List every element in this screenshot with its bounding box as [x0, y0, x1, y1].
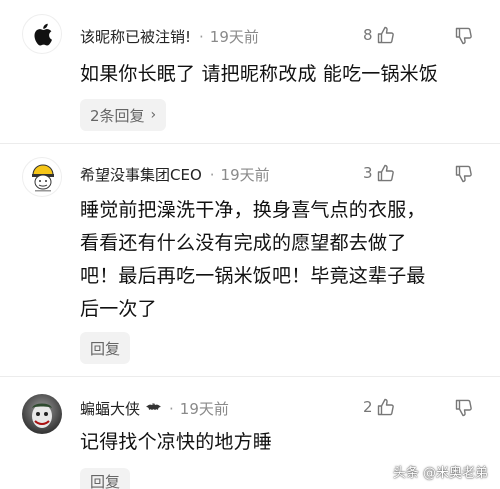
timestamp: 19天前	[220, 166, 270, 184]
thumbs-up-icon	[377, 26, 394, 44]
avatar[interactable]	[22, 157, 62, 197]
comment-header: 希望没事集团CEO · 19天前	[80, 164, 270, 185]
reply-button[interactable]: 回复	[80, 468, 131, 489]
worker-avatar-icon	[32, 164, 54, 192]
dislike-button[interactable]	[454, 398, 474, 422]
like-button[interactable]: 8	[363, 25, 396, 45]
username[interactable]: 蝙蝠大侠	[80, 398, 140, 419]
avatar[interactable]	[22, 14, 62, 54]
reply-label: 回复	[90, 472, 121, 489]
like-count: 8	[363, 26, 373, 44]
avatar[interactable]	[22, 394, 62, 434]
comment-text: 记得找个凉快的地方睡	[80, 431, 273, 453]
chevron-right-icon: ›	[150, 107, 157, 123]
reply-label: 2条回复	[90, 106, 145, 125]
bat-icon	[143, 400, 162, 418]
divider	[0, 376, 500, 377]
thumbs-up-icon	[377, 164, 394, 182]
separator-dot: ·	[169, 399, 174, 418]
comment-text: 睡觉前把澡洗干净，换身喜气点的衣服， 看看还有什么没有完成的愿望都去做了 吧！最…	[80, 199, 426, 320]
replies-button[interactable]: 2条回复 ›	[80, 99, 167, 131]
timestamp: 19天前	[179, 400, 229, 418]
watermark: 头条 @米奥老弟	[392, 466, 488, 481]
joker-avatar-icon	[32, 403, 52, 428]
like-count: 3	[363, 164, 373, 182]
reply-button[interactable]: 回复	[80, 332, 131, 364]
like-count: 2	[363, 398, 373, 416]
like-button[interactable]: 2	[363, 397, 396, 417]
thumbs-down-icon	[455, 399, 472, 417]
comment-header: 该昵称已被注销! · 19天前	[80, 26, 259, 47]
dislike-button[interactable]	[454, 26, 474, 50]
dislike-button[interactable]	[454, 164, 474, 188]
comment-text: 如果你长眠了 请把昵称改成 能吃一锅米饭	[80, 63, 439, 85]
separator-dot: ·	[209, 165, 215, 184]
thumbs-up-icon	[377, 398, 394, 416]
like-button[interactable]: 3	[363, 163, 396, 183]
reply-label: 回复	[90, 339, 121, 358]
timestamp: 19天前	[209, 28, 259, 46]
thumbs-down-icon	[455, 27, 472, 45]
divider	[0, 143, 500, 144]
username[interactable]: 该昵称已被注销!	[80, 26, 191, 47]
comment-header: 蝙蝠大侠 · 19天前	[80, 398, 229, 419]
separator-dot: ·	[199, 27, 204, 46]
username[interactable]: 希望没事集团CEO	[80, 164, 202, 185]
apple-logo-icon	[34, 23, 52, 46]
thumbs-down-icon	[455, 165, 472, 183]
